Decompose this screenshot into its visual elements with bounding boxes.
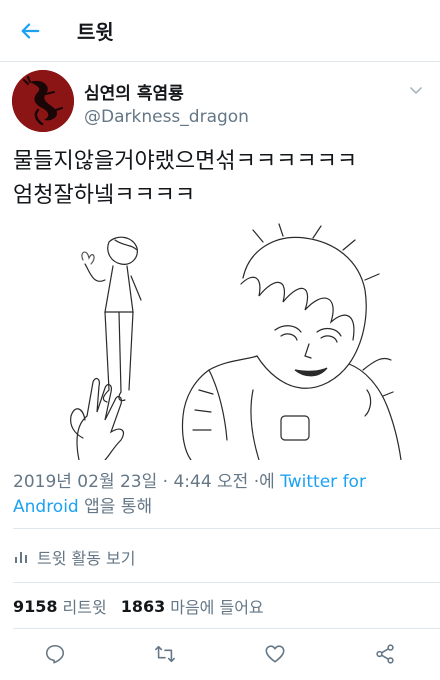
activity-label: 트윗 활동 보기 [37,549,136,568]
page-title: 트윗 [77,20,114,44]
heart-icon [265,645,285,663]
sketch-illustration [70,223,402,460]
author-name[interactable]: 심연의 흑염룡 [84,79,184,104]
like-count: 1863 [120,596,166,616]
reply-button[interactable] [37,636,73,672]
dragon-avatar-icon [12,70,74,132]
retweet-icon [155,645,175,663]
author-handle[interactable]: @Darkness_dragon [84,107,249,127]
reply-icon [45,644,65,664]
view-tweet-activity-link[interactable]: 트윗 활동 보기 [13,540,136,574]
back-button[interactable] [15,16,45,46]
like-label: 마음에 들어요 [170,598,264,617]
divider [13,528,440,529]
source-suffix: 앱을 통해 [78,497,153,517]
tweet-text-line: 엄청잘하넼ㅋㅋㅋㅋ [13,183,196,208]
retweet-label: 리트윗 [62,598,107,617]
tweet-actions [0,636,440,672]
arrow-left-icon [21,22,40,39]
tweet-timestamp: 2019년 02월 23일 · 4:44 오전 ·에 [13,472,281,492]
avatar[interactable] [12,70,74,132]
tweet-menu-button[interactable] [404,78,428,102]
share-button[interactable] [367,636,403,672]
retweets-stat[interactable]: 9158 리트윗 [13,594,107,618]
retweet-count: 9158 [13,596,58,616]
bar-chart-icon [15,552,27,563]
divider [13,628,440,629]
likes-stat[interactable]: 1863 마음에 들어요 [121,594,264,618]
retweet-button[interactable] [147,636,183,672]
tweet-author: 심연의 흑염룡 @Darkness_dragon [12,70,428,134]
tweet-media-image[interactable] [13,220,428,460]
divider [13,582,440,583]
chevron-down-icon [410,87,422,94]
tweet-text: 물들지않을거야랬으면섞ㅋㅋㅋㅋㅋㅋ 엄청잘하넼ㅋㅋㅋㅋ [13,145,428,213]
share-icon [376,644,394,664]
tweet-meta: 2019년 02월 23일 · 4:44 오전 ·에 Twitter for A… [13,470,428,520]
tweet-text-line: 물들지않을거야랬으면섞ㅋㅋㅋㅋㅋㅋ [13,149,358,174]
tweet-stats: 9158 리트윗 1863 마음에 들어요 [13,594,278,618]
top-bar: 트윗 [0,0,440,62]
like-button[interactable] [257,636,293,672]
